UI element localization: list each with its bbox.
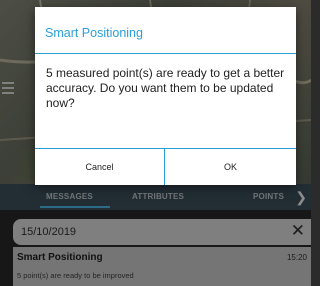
dialog-actions: Cancel OK bbox=[35, 148, 296, 185]
ok-button[interactable]: OK bbox=[165, 149, 296, 185]
dialog-message: 5 measured point(s) are ready to get a b… bbox=[46, 66, 285, 110]
smart-positioning-dialog: Smart Positioning 5 measured point(s) ar… bbox=[35, 7, 296, 185]
dialog-title-divider bbox=[35, 53, 296, 54]
cancel-button[interactable]: Cancel bbox=[35, 149, 165, 185]
dialog-title: Smart Positioning bbox=[45, 26, 143, 40]
